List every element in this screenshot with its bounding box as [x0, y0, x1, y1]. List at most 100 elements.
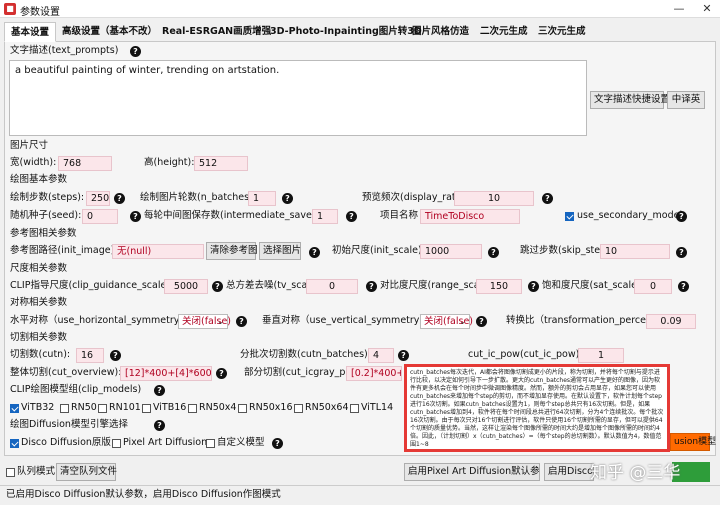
clip-model-label: ViTB32 [21, 402, 55, 413]
help-icon[interactable]: ? [488, 247, 499, 258]
prompt-label: 文字描述(text_prompts) [10, 45, 119, 56]
help-icon[interactable]: ? [212, 281, 223, 292]
cut-overview-label: 整体切割(cut_overview): [10, 367, 122, 378]
help-icon[interactable]: ? [398, 350, 409, 361]
tab-real-esrgan[interactable]: Real-ESRGAN画质增强 [156, 22, 277, 42]
sat-scale-label: 饱和度尺度(sat_scale): [542, 280, 644, 291]
secondary-model-checkbox[interactable] [565, 212, 574, 221]
clip-model-label: ViTL14 [361, 402, 394, 413]
clip-model-checkbox[interactable] [60, 404, 69, 413]
clip-model-label: ViTB16 [153, 402, 187, 413]
clip-model-checkbox[interactable] [350, 404, 359, 413]
sat-scale-input[interactable]: 0 [634, 279, 672, 294]
custom-model-button[interactable]: usion模型 [670, 433, 716, 451]
help-icon[interactable]: ? [542, 193, 553, 204]
window-title: 参数设置 [20, 7, 60, 18]
help-icon[interactable]: ? [528, 281, 539, 292]
init-image-input[interactable]: 无(null) [112, 244, 204, 259]
skip-steps-input[interactable]: 10 [600, 244, 670, 259]
help-icon[interactable]: ? [114, 193, 125, 204]
clip-model-checkbox[interactable] [238, 404, 247, 413]
clip-model-label: RN50x4 [199, 402, 237, 413]
clip-model-label: RN50x16 [249, 402, 293, 413]
width-label: 宽(width): [10, 157, 57, 168]
seed-input[interactable]: 0 [82, 209, 118, 224]
width-input[interactable]: 768 [58, 156, 112, 171]
clear-init-image-button[interactable]: 清除参考图 [206, 242, 258, 260]
tv-scale-input[interactable]: 0 [306, 279, 358, 294]
queue-mode-label: 队列模式 [17, 466, 56, 477]
disco-defaults-button[interactable]: 启用Disco [544, 463, 594, 481]
init-scale-input[interactable]: 1000 [420, 244, 482, 259]
tab-style-imitation[interactable]: 图片风格仿造 [406, 22, 475, 42]
minimize-button[interactable]: — [672, 2, 686, 16]
cut-ic-pow-input[interactable]: 1 [578, 348, 624, 363]
translate-button[interactable]: 中译英 [667, 91, 705, 109]
diffusion-option-checkbox[interactable] [112, 439, 121, 448]
vertical-symmetry-select[interactable]: 关闭(false) ⌄ [420, 314, 473, 329]
horizontal-symmetry-select[interactable]: 关闭(false) ⌄ [178, 314, 231, 329]
cutn-label: 切割数(cutn): [10, 349, 71, 360]
help-icon[interactable]: ? [309, 247, 320, 258]
tab-3d-photo[interactable]: 3D-Photo-Inpainting图片转3D [264, 22, 428, 42]
project-name-input[interactable]: TimeToDisco [420, 209, 520, 224]
help-icon[interactable]: ? [366, 281, 377, 292]
help-icon[interactable]: ? [282, 193, 293, 204]
steps-input[interactable]: 250 [86, 191, 110, 206]
clear-queue-button[interactable]: 清空队列文件 [56, 463, 117, 481]
cut-overview-input[interactable]: [12]*400+[4]*600 [120, 366, 212, 381]
intermediate-saves-input[interactable]: 1 [312, 209, 338, 224]
help-icon[interactable]: ? [236, 316, 247, 327]
height-label: 高(height): [144, 157, 195, 168]
range-scale-input[interactable]: 150 [476, 279, 522, 294]
diffusion-option-label: 自定义模型 [217, 437, 265, 448]
choose-image-button[interactable]: 选择图片 [259, 242, 301, 260]
help-icon[interactable]: ? [476, 316, 487, 327]
pixel-art-defaults-button[interactable]: 启用Pixel Art Diffusion默认参数 [404, 463, 540, 481]
display-rate-input[interactable]: 10 [454, 191, 534, 206]
clip-model-checkbox[interactable] [188, 404, 197, 413]
cutn-batches-input[interactable]: 4 [368, 348, 394, 363]
clip-model-checkbox[interactable] [142, 404, 151, 413]
prompt-shortcut-button[interactable]: 文字描述快捷设置 [590, 91, 670, 109]
help-icon[interactable]: ? [346, 211, 357, 222]
help-icon[interactable]: ? [154, 385, 165, 396]
watermark: 知乎 @三华 [590, 463, 681, 483]
help-icon[interactable]: ? [676, 211, 687, 222]
diffusion-option-checkbox[interactable] [10, 439, 19, 448]
tab-anime[interactable]: 二次元生成 [474, 22, 534, 42]
help-icon[interactable]: ? [130, 211, 141, 222]
tab-bar: 基本设置 高级设置（基本不改） Real-ESRGAN画质增强 3D-Photo… [4, 20, 716, 42]
help-icon[interactable]: ? [272, 438, 283, 449]
help-icon[interactable]: ? [130, 46, 141, 57]
tab-advanced[interactable]: 高级设置（基本不改） [56, 22, 163, 42]
help-icon[interactable]: ? [676, 247, 687, 258]
help-icon[interactable]: ? [154, 420, 165, 431]
n-batches-label: 绘制图片轮数(n_batches): [140, 192, 256, 203]
cutn-batches-label: 分批次切割数(cutn_batches): [240, 349, 371, 360]
clip-model-checkbox[interactable] [98, 404, 107, 413]
prompt-textarea[interactable]: a beautiful painting of winter, trending… [9, 60, 587, 136]
diffusion-option-label: Pixel Art Diffusion [123, 437, 208, 448]
help-icon[interactable]: ? [110, 350, 121, 361]
cut-icgray-input[interactable]: [0.2]*400+ [346, 366, 402, 381]
queue-mode-checkbox[interactable] [6, 468, 15, 477]
help-icon[interactable]: ? [216, 368, 227, 379]
diffusion-section: 绘图Diffusion模型引擎选择 [10, 419, 128, 430]
n-batches-input[interactable]: 1 [248, 191, 276, 206]
cutn-input[interactable]: 16 [76, 348, 104, 363]
clip-models-section: CLIP绘图模型组(clip_models) [10, 384, 142, 395]
close-button[interactable]: ✕ [700, 2, 714, 16]
clip-guidance-input[interactable]: 5000 [164, 279, 208, 294]
clip-model-checkbox[interactable] [10, 404, 19, 413]
transformation-percent-input[interactable]: 0.09 [646, 314, 696, 329]
diffusion-option-checkbox[interactable] [206, 439, 215, 448]
clip-model-checkbox[interactable] [294, 404, 303, 413]
help-icon[interactable]: ? [678, 281, 689, 292]
height-input[interactable]: 512 [194, 156, 248, 171]
scale-section: 尺度相关参数 [10, 263, 68, 274]
clip-guidance-label: CLIP指导尺度(clip_guidance_scale): [10, 280, 174, 291]
tab-basic[interactable]: 基本设置 [4, 22, 57, 42]
tab-realistic[interactable]: 三次元生成 [532, 22, 592, 42]
app-icon: ■ [4, 3, 16, 15]
